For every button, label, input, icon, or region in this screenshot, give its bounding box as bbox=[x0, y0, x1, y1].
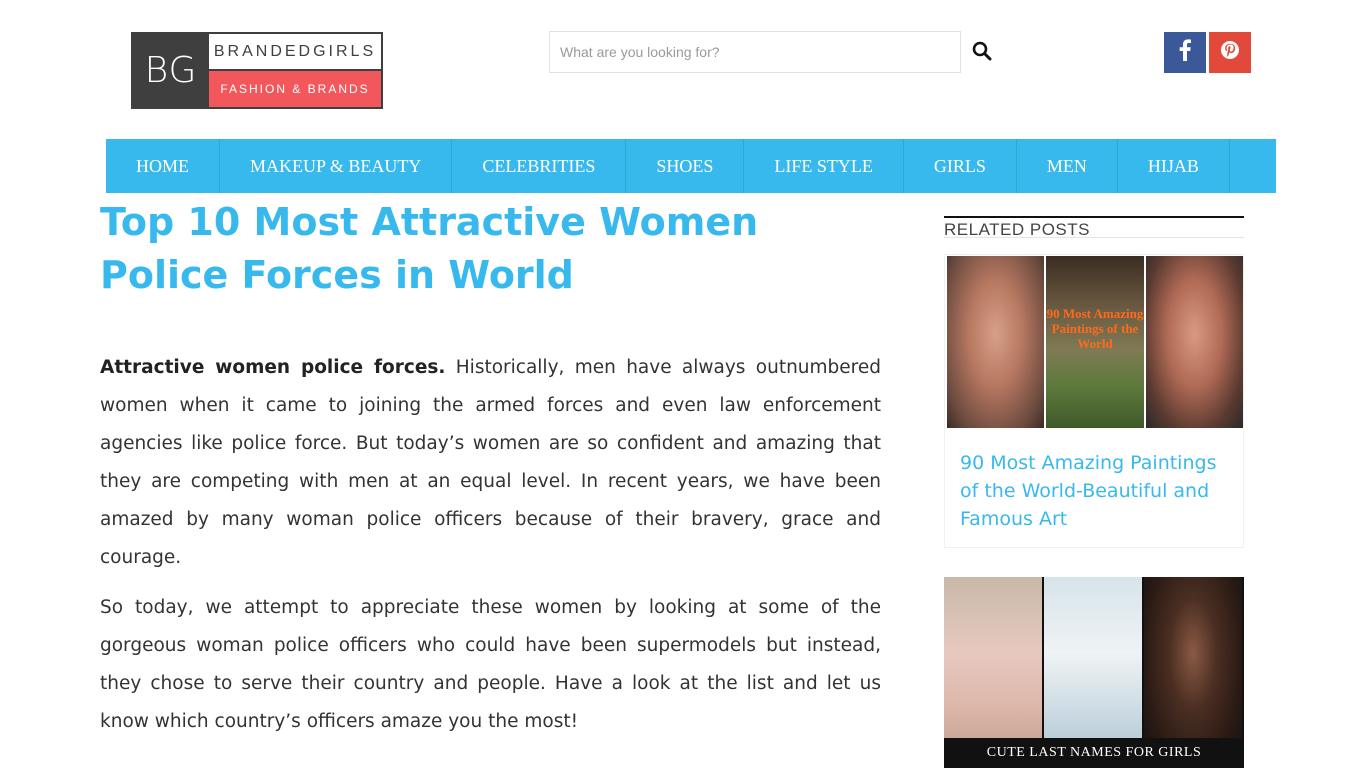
logo-name: BRANDEDGIRLS bbox=[209, 34, 381, 71]
related-post-thumbnail[interactable]: 90 Most Amazing Paintings of the World bbox=[947, 256, 1243, 428]
nav-item-life-style[interactable]: LIFE STYLE bbox=[744, 139, 904, 193]
search-input[interactable] bbox=[560, 44, 960, 60]
nav-item-men[interactable]: MEN bbox=[1017, 139, 1118, 193]
nav-item-girls[interactable]: GIRLS bbox=[904, 139, 1017, 193]
heading-divider bbox=[944, 237, 1244, 238]
pinterest-button[interactable] bbox=[1209, 32, 1251, 73]
search-box bbox=[549, 31, 961, 73]
logo-tagline: FASHION & BRANDS bbox=[209, 71, 381, 107]
facebook-button[interactable] bbox=[1164, 32, 1206, 73]
nav-item-hijab[interactable]: HIJAB bbox=[1118, 139, 1230, 193]
site-logo[interactable]: BG BRANDEDGIRLS FASHION & BRANDS bbox=[131, 32, 383, 109]
search-icon[interactable] bbox=[969, 38, 995, 64]
article-paragraph: So today, we attempt to appreciate these… bbox=[100, 597, 881, 732]
facebook-icon bbox=[1179, 39, 1191, 66]
nav-item-shoes[interactable]: SHOES bbox=[626, 139, 745, 193]
thumbnail-caption: CUTE LAST NAMES FOR GIRLS bbox=[944, 738, 1244, 768]
main-nav: HOME MAKEUP & BEAUTY CELEBRITIES SHOES L… bbox=[106, 139, 1276, 193]
article-paragraph-text: Historically, men have always outnumbere… bbox=[100, 357, 881, 568]
article-paragraph: Attractive women police forces. Historic… bbox=[100, 349, 881, 577]
nav-item-makeup-beauty[interactable]: MAKEUP & BEAUTY bbox=[220, 139, 453, 193]
logo-initials: BG bbox=[133, 34, 209, 107]
related-post-thumbnail[interactable]: CUTE LAST NAMES FOR GIRLS bbox=[944, 577, 1244, 768]
related-post-card[interactable]: 90 Most Amazing Paintings of the World 9… bbox=[944, 254, 1244, 548]
nav-item-home[interactable]: HOME bbox=[106, 139, 220, 193]
article-title: Top 10 Most Attractive Women Police Forc… bbox=[100, 200, 759, 297]
logo-text: BRANDEDGIRLS FASHION & BRANDS bbox=[209, 34, 381, 107]
article-lead: Attractive women police forces. bbox=[100, 357, 446, 378]
related-post-card[interactable]: CUTE LAST NAMES FOR GIRLS bbox=[944, 577, 1244, 768]
thumbnail-overlay-text: 90 Most Amazing Paintings of the World bbox=[1046, 306, 1144, 351]
thumbnail-panel bbox=[1145, 256, 1243, 428]
related-post-title-link[interactable]: 90 Most Amazing Paintings of the World-B… bbox=[945, 429, 1243, 533]
thumbnail-panel: 90 Most Amazing Paintings of the World bbox=[1046, 256, 1146, 428]
pinterest-icon bbox=[1220, 40, 1240, 65]
nav-item-celebrities[interactable]: CELEBRITIES bbox=[452, 139, 627, 193]
thumbnail-panel bbox=[947, 256, 1047, 428]
